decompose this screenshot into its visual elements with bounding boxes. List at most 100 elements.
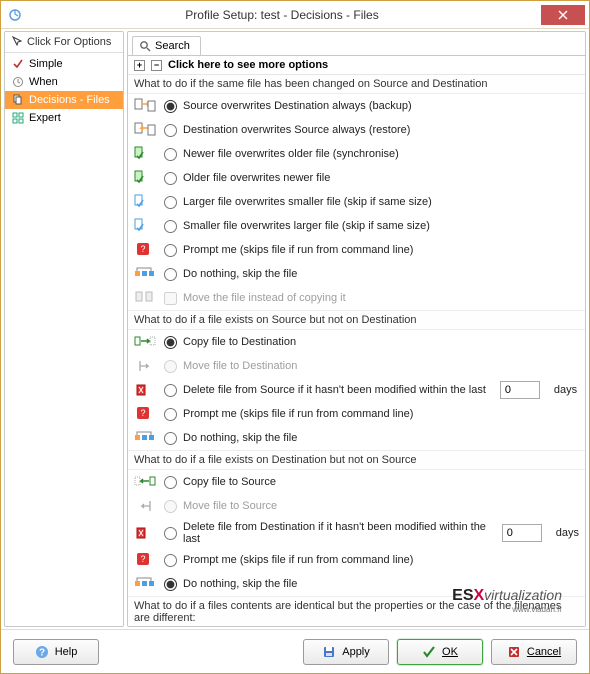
check-icon: [11, 57, 25, 71]
pointer-icon: [11, 36, 23, 48]
copy-right-icon: [134, 97, 156, 115]
option-dst-overwrites-src[interactable]: Destination overwrites Source always (re…: [128, 118, 585, 142]
cancel-button[interactable]: Cancel: [491, 639, 577, 665]
delete-icon: [134, 524, 156, 542]
option-move-to-dst: Move file to Destination: [128, 354, 585, 378]
options-scroll[interactable]: What to do if the same file has been cha…: [128, 75, 585, 626]
option-newer-overwrites[interactable]: Newer file overwrites older file (synchr…: [128, 142, 585, 166]
radio[interactable]: [164, 124, 177, 137]
button-label: Apply: [342, 646, 370, 658]
cancel-icon: [507, 645, 521, 659]
tab-label: Search: [155, 40, 190, 52]
radio[interactable]: [164, 527, 177, 540]
delete-icon: [134, 381, 156, 399]
content-panel: Search + − Click here to see more option…: [127, 31, 586, 627]
radio[interactable]: [164, 220, 177, 233]
option-src-overwrites-dst[interactable]: Source overwrites Destination always (ba…: [128, 94, 585, 118]
sync-older-icon: [134, 169, 156, 187]
days-label: days: [554, 384, 577, 396]
option-skip-2[interactable]: Do nothing, skip the file: [128, 426, 585, 450]
option-prompt-2[interactable]: ? Prompt me (skips file if run from comm…: [128, 402, 585, 426]
app-icon: [7, 7, 23, 23]
days-src-input[interactable]: [500, 381, 540, 399]
option-move-to-src: Move file to Source: [128, 494, 585, 518]
window-titlebar: Profile Setup: test - Decisions - Files: [1, 1, 589, 29]
files-icon: [11, 93, 25, 107]
sidebar-item-when[interactable]: When: [5, 73, 123, 91]
window-title: Profile Setup: test - Decisions - Files: [23, 8, 541, 22]
sidebar-item-label: Decisions - Files: [29, 94, 110, 106]
skip-icon: [134, 575, 156, 593]
radio: [164, 500, 177, 513]
close-button[interactable]: [541, 5, 585, 25]
radio[interactable]: [164, 172, 177, 185]
save-icon: [322, 645, 336, 659]
radio[interactable]: [164, 554, 177, 567]
svg-text:?: ?: [140, 554, 145, 564]
radio[interactable]: [164, 148, 177, 161]
button-label: OK: [442, 646, 458, 658]
skip-icon: [134, 429, 156, 447]
check-icon: [422, 645, 436, 659]
more-options-bar[interactable]: + − Click here to see more options: [128, 56, 585, 75]
collapse-icon[interactable]: −: [151, 60, 162, 71]
button-label: Cancel: [527, 646, 561, 658]
radio[interactable]: [164, 268, 177, 281]
move-left-icon: [134, 497, 156, 515]
section-header-identical: What to do if a files contents are ident…: [128, 596, 585, 626]
prompt-icon: ?: [134, 405, 156, 423]
prompt-icon: ?: [134, 241, 156, 259]
help-button[interactable]: ? Help: [13, 639, 99, 665]
option-skip-3[interactable]: Do nothing, skip the file: [128, 572, 585, 596]
ok-button[interactable]: OK: [397, 639, 483, 665]
help-icon: ?: [35, 645, 49, 659]
section-header-same-file: What to do if the same file has been cha…: [128, 75, 585, 94]
sidebar-item-label: Expert: [29, 112, 61, 124]
search-icon: [139, 40, 151, 52]
svg-text:?: ?: [140, 408, 145, 418]
sidebar-item-decisions-files[interactable]: Decisions - Files: [5, 91, 123, 109]
radio[interactable]: [164, 336, 177, 349]
option-delete-dst[interactable]: Delete file from Destination if it hasn'…: [128, 518, 585, 548]
days-dst-input[interactable]: [502, 524, 542, 542]
apply-button[interactable]: Apply: [303, 639, 389, 665]
tab-search[interactable]: Search: [132, 36, 201, 55]
option-delete-src[interactable]: Delete file from Source if it hasn't bee…: [128, 378, 585, 402]
main-area: Click For Options Simple When Decisions …: [1, 29, 589, 629]
footer-bar: ? Help Apply OK Cancel: [1, 629, 589, 673]
expand-icon[interactable]: +: [134, 60, 145, 71]
sync-newer-icon: [134, 145, 156, 163]
tab-strip: Search: [128, 32, 585, 56]
option-larger-overwrites[interactable]: Larger file overwrites smaller file (ski…: [128, 190, 585, 214]
radio[interactable]: [164, 384, 177, 397]
more-options-label: Click here to see more options: [168, 59, 328, 71]
svg-text:?: ?: [140, 244, 145, 254]
grid-icon: [11, 111, 25, 125]
option-smaller-overwrites[interactable]: Smaller file overwrites larger file (ski…: [128, 214, 585, 238]
option-move-instead: Move the file instead of copying it: [128, 286, 585, 310]
option-prompt-1[interactable]: ? Prompt me (skips file if run from comm…: [128, 238, 585, 262]
option-copy-to-src[interactable]: Copy file to Source: [128, 470, 585, 494]
radio[interactable]: [164, 408, 177, 421]
radio[interactable]: [164, 476, 177, 489]
sidebar: Click For Options Simple When Decisions …: [4, 31, 124, 627]
option-older-overwrites[interactable]: Older file overwrites newer file: [128, 166, 585, 190]
button-label: Help: [55, 646, 78, 658]
radio[interactable]: [164, 432, 177, 445]
copy-left-icon: [134, 121, 156, 139]
move-right-icon: [134, 357, 156, 375]
option-prompt-3[interactable]: ? Prompt me (skips file if run from comm…: [128, 548, 585, 572]
radio[interactable]: [164, 196, 177, 209]
radio[interactable]: [164, 244, 177, 257]
radio[interactable]: [164, 100, 177, 113]
sidebar-item-expert[interactable]: Expert: [5, 109, 123, 127]
option-skip-1[interactable]: Do nothing, skip the file: [128, 262, 585, 286]
sidebar-header: Click For Options: [5, 32, 123, 53]
clock-icon: [11, 75, 25, 89]
option-copy-to-dst[interactable]: Copy file to Destination: [128, 330, 585, 354]
checkbox: [164, 292, 177, 305]
radio[interactable]: [164, 578, 177, 591]
section-header-src-only: What to do if a file exists on Source bu…: [128, 310, 585, 330]
sidebar-item-simple[interactable]: Simple: [5, 55, 123, 73]
sidebar-item-label: When: [29, 76, 58, 88]
